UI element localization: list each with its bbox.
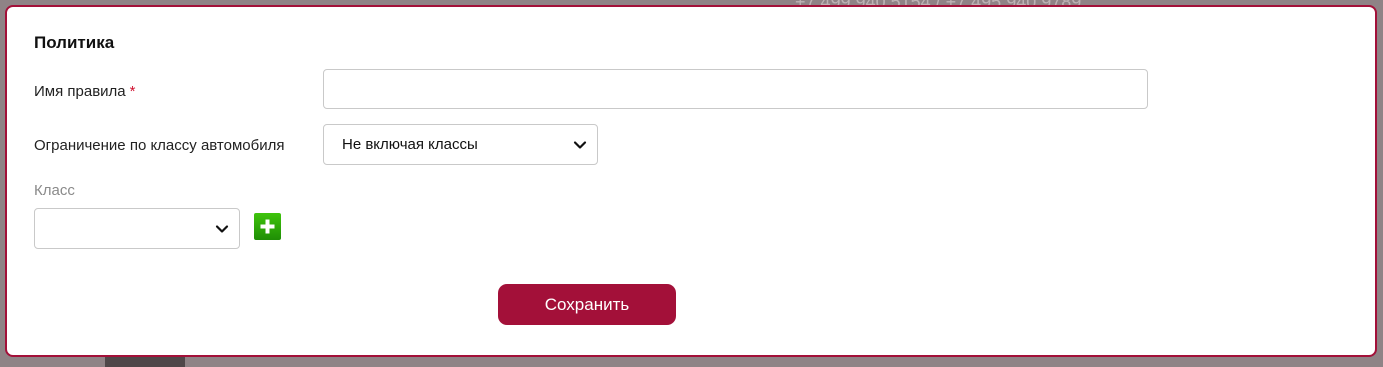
modal-title: Политика	[34, 33, 115, 52]
save-button[interactable]: Сохранить	[498, 284, 676, 325]
chevron-down-icon	[215, 224, 229, 233]
required-marker: *	[129, 83, 136, 100]
rule-name-label: Имя правила *	[34, 83, 135, 100]
class-select[interactable]	[34, 208, 240, 249]
car-class-restriction-label: Ограничение по классу автомобиля	[34, 137, 285, 154]
chevron-down-icon	[573, 140, 587, 149]
add-class-button[interactable]	[254, 213, 281, 240]
rule-name-label-text: Имя правила	[34, 83, 126, 100]
car-class-restriction-value: Не включая классы	[342, 136, 478, 153]
policy-modal: Политика Имя правила * Ограничение по кла…	[5, 5, 1377, 357]
rule-name-input[interactable]	[323, 69, 1148, 109]
plus-icon	[260, 219, 275, 234]
car-class-restriction-select[interactable]: Не включая классы	[323, 124, 598, 165]
class-label: Класс	[34, 182, 75, 199]
